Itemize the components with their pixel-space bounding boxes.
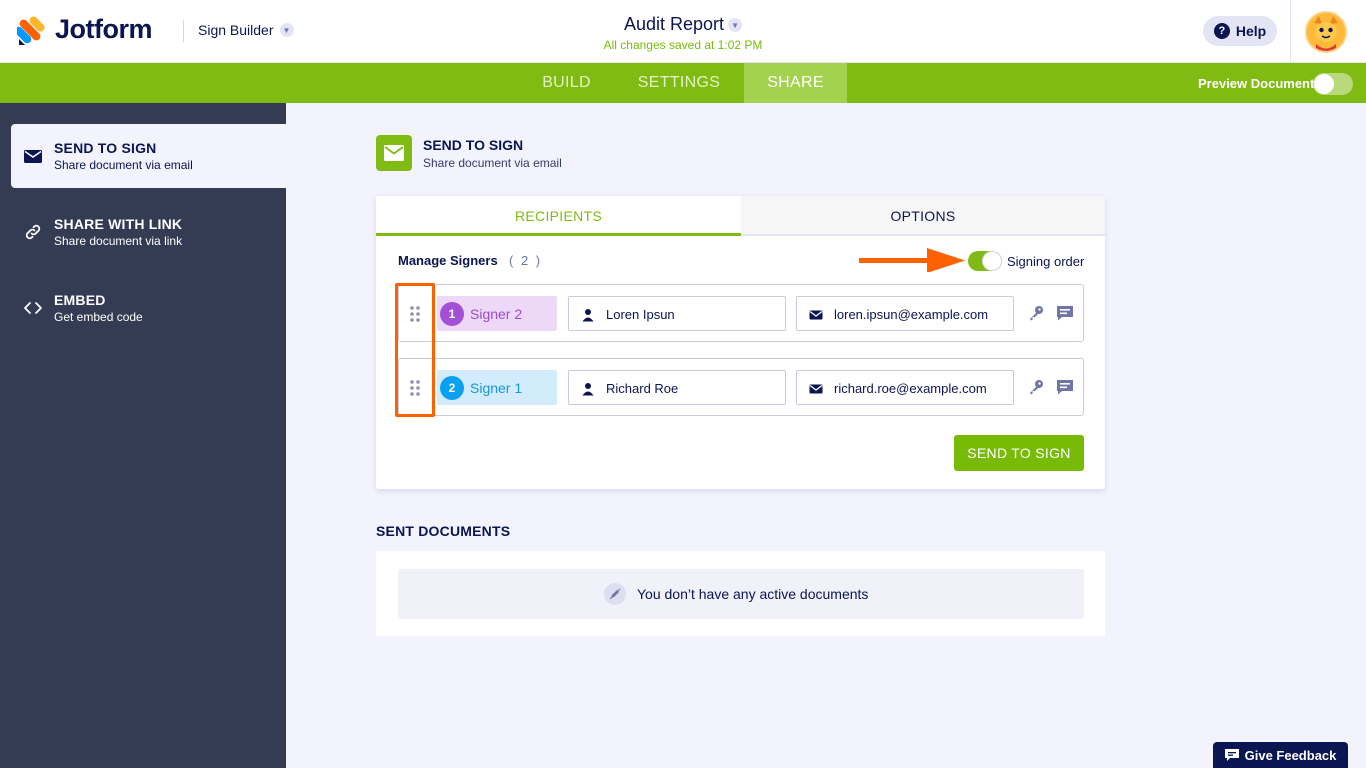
signer-email-value: loren.ipsun@example.com [834, 307, 989, 322]
signer-name-value: Loren Ipsun [606, 307, 675, 322]
user-avatar-icon [1307, 13, 1345, 51]
builder-nav: BUILD SETTINGS SHARE Preview Document [0, 63, 1366, 103]
avatar[interactable] [1305, 11, 1347, 53]
envelope-icon [809, 384, 823, 394]
sidebar-item-subtitle: Get embed code [54, 310, 143, 324]
drag-handle-icon[interactable] [407, 305, 423, 323]
signer-order-number: 1 [440, 302, 464, 326]
give-feedback-label: Give Feedback [1244, 747, 1337, 763]
send-to-sign-button[interactable]: SEND TO SIGN [954, 435, 1084, 471]
send-to-sign-section-icon [376, 135, 412, 171]
question-icon: ? [1213, 23, 1230, 39]
person-icon [582, 383, 594, 396]
save-status: All changes saved at 1:02 PM [603, 38, 763, 52]
preview-document-label: Preview Document [1198, 76, 1315, 91]
avatar-divider [1290, 0, 1291, 63]
share-sidebar: SEND TO SIGN Share document via email SH… [0, 103, 286, 768]
sidebar-item-send-to-sign[interactable]: SEND TO SIGN Share document via email [11, 124, 286, 188]
comment-icon[interactable] [1056, 379, 1074, 395]
sidebar-item-title: SEND TO SIGN [54, 140, 157, 156]
code-icon [24, 302, 42, 314]
signer-email-field[interactable]: richard.roe@example.com [796, 370, 1014, 405]
tab-options[interactable]: OPTIONS [741, 196, 1105, 236]
envelope-icon [384, 145, 404, 161]
sent-documents-panel: You don’t have any active documents [376, 551, 1105, 636]
no-documents-icon [604, 583, 626, 605]
signer-email-value: richard.roe@example.com [834, 381, 987, 396]
empty-state: You don’t have any active documents [398, 569, 1084, 619]
signer-email-field[interactable]: loren.ipsun@example.com [796, 296, 1014, 331]
signer-row: 1 Signer 2 Loren Ipsun loren.ipsun@examp… [398, 284, 1084, 342]
signing-order-label: Signing order [1007, 254, 1085, 269]
recipients-card: RECIPIENTS OPTIONS Manage Signers ( 2 ) … [376, 196, 1105, 489]
pen-icon [609, 588, 621, 600]
preview-document-toggle[interactable] [1313, 73, 1353, 95]
signer-name-field[interactable]: Loren Ipsun [568, 296, 786, 331]
link-icon [25, 224, 41, 240]
toggle-knob [982, 251, 1002, 271]
drag-handle-icon[interactable] [407, 379, 423, 397]
empty-state-text: You don’t have any active documents [637, 586, 869, 602]
signer-order-number: 2 [440, 376, 464, 400]
signer-count: ( 2 ) [509, 253, 543, 268]
feedback-icon [1224, 749, 1239, 761]
signing-order-toggle[interactable] [968, 251, 1002, 271]
give-feedback-button[interactable]: Give Feedback [1213, 742, 1348, 768]
signer-role-label: Signer 1 [470, 380, 523, 396]
signer-name-field[interactable]: Richard Roe [568, 370, 786, 405]
manage-signers-label: Manage Signers [398, 253, 498, 268]
tab-share[interactable]: SHARE [744, 63, 847, 103]
document-title-text: Audit Report [623, 14, 725, 34]
sidebar-item-subtitle: Share document via email [54, 158, 193, 172]
signer-role-badge[interactable]: 1 Signer 2 [437, 296, 557, 331]
toggle-knob [1314, 74, 1334, 94]
section-subtitle: Share document via email [423, 156, 562, 170]
person-icon [582, 309, 594, 322]
sidebar-item-title: EMBED [54, 292, 106, 308]
signer-role-label: Signer 2 [470, 306, 523, 322]
signer-role-badge[interactable]: 2 Signer 1 [437, 370, 557, 405]
tab-settings[interactable]: SETTINGS [614, 63, 744, 103]
signer-row: 2 Signer 1 Richard Roe richard.roe@examp… [398, 358, 1084, 416]
sidebar-item-share-with-link[interactable]: SHARE WITH LINK Share document via link [11, 200, 286, 264]
document-title[interactable]: Audit Report ▼ [0, 14, 1366, 35]
key-icon[interactable] [1028, 305, 1044, 321]
sidebar-item-title: SHARE WITH LINK [54, 216, 183, 232]
envelope-icon [24, 150, 42, 163]
envelope-icon [809, 310, 823, 320]
top-header: Jotform Sign Builder ▼ Audit Report ▼ All… [0, 0, 1366, 63]
key-icon[interactable] [1028, 379, 1044, 395]
annotation-arrow-icon [859, 248, 965, 272]
help-label: Help [1235, 23, 1267, 39]
comment-icon[interactable] [1056, 305, 1074, 321]
chevron-down-icon: ▼ [728, 18, 743, 33]
sidebar-item-embed[interactable]: EMBED Get embed code [11, 276, 286, 340]
help-button[interactable]: ? Help [1203, 16, 1277, 46]
sidebar-item-subtitle: Share document via link [54, 234, 183, 248]
sent-documents-title: SENT DOCUMENTS [376, 523, 511, 539]
section-title: SEND TO SIGN [423, 137, 524, 153]
tab-build[interactable]: BUILD [519, 63, 614, 103]
tab-recipients[interactable]: RECIPIENTS [376, 196, 741, 236]
signer-name-value: Richard Roe [606, 381, 679, 396]
